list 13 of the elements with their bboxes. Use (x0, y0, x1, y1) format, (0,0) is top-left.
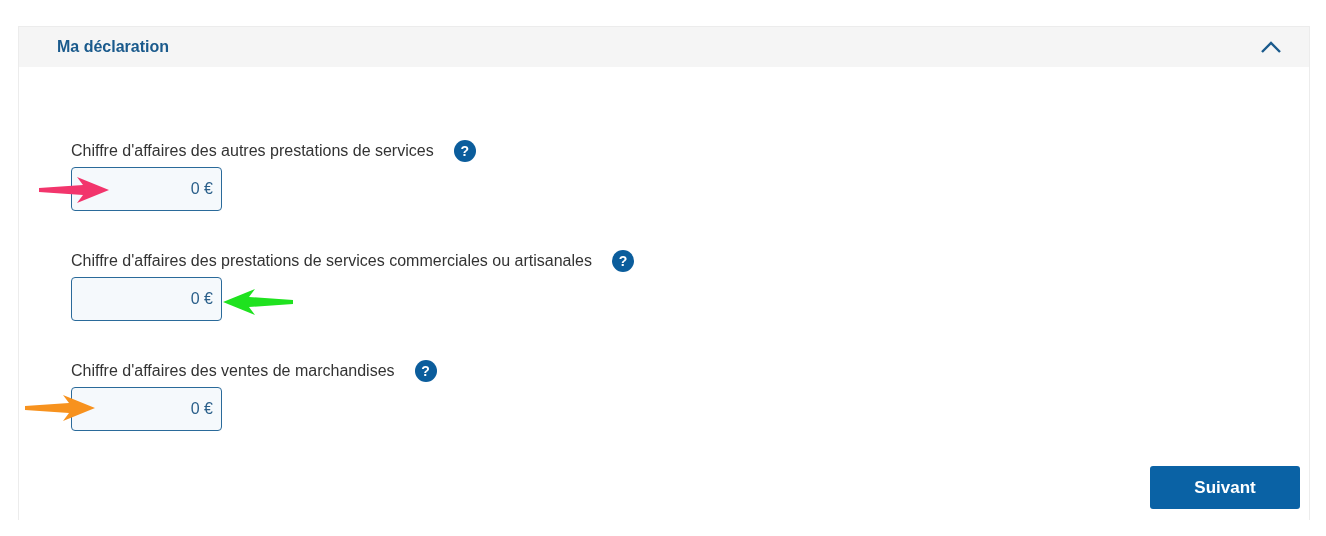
input-field[interactable]: 0 € (71, 167, 222, 211)
field-label: Chiffre d'affaires des autres prestations de services (71, 142, 434, 160)
next-button[interactable]: Suivant (1150, 466, 1300, 509)
help-icon[interactable]: ? (414, 360, 437, 382)
section-header[interactable]: Ma déclaration (19, 26, 1309, 67)
chevron-icon[interactable] (1261, 41, 1281, 53)
help-icon[interactable]: ? (611, 250, 634, 272)
section-title: Ma déclaration (57, 38, 170, 56)
input-field[interactable]: 0 € (71, 387, 222, 431)
field-label: Chiffre d'affaires des ventes de marchandises (71, 362, 395, 380)
help-icon[interactable]: ? (453, 140, 476, 162)
field-label: Chiffre d'affaires des prestations de services commerciales ou artisanales (71, 252, 592, 270)
input-field[interactable]: 0 € (71, 277, 222, 321)
